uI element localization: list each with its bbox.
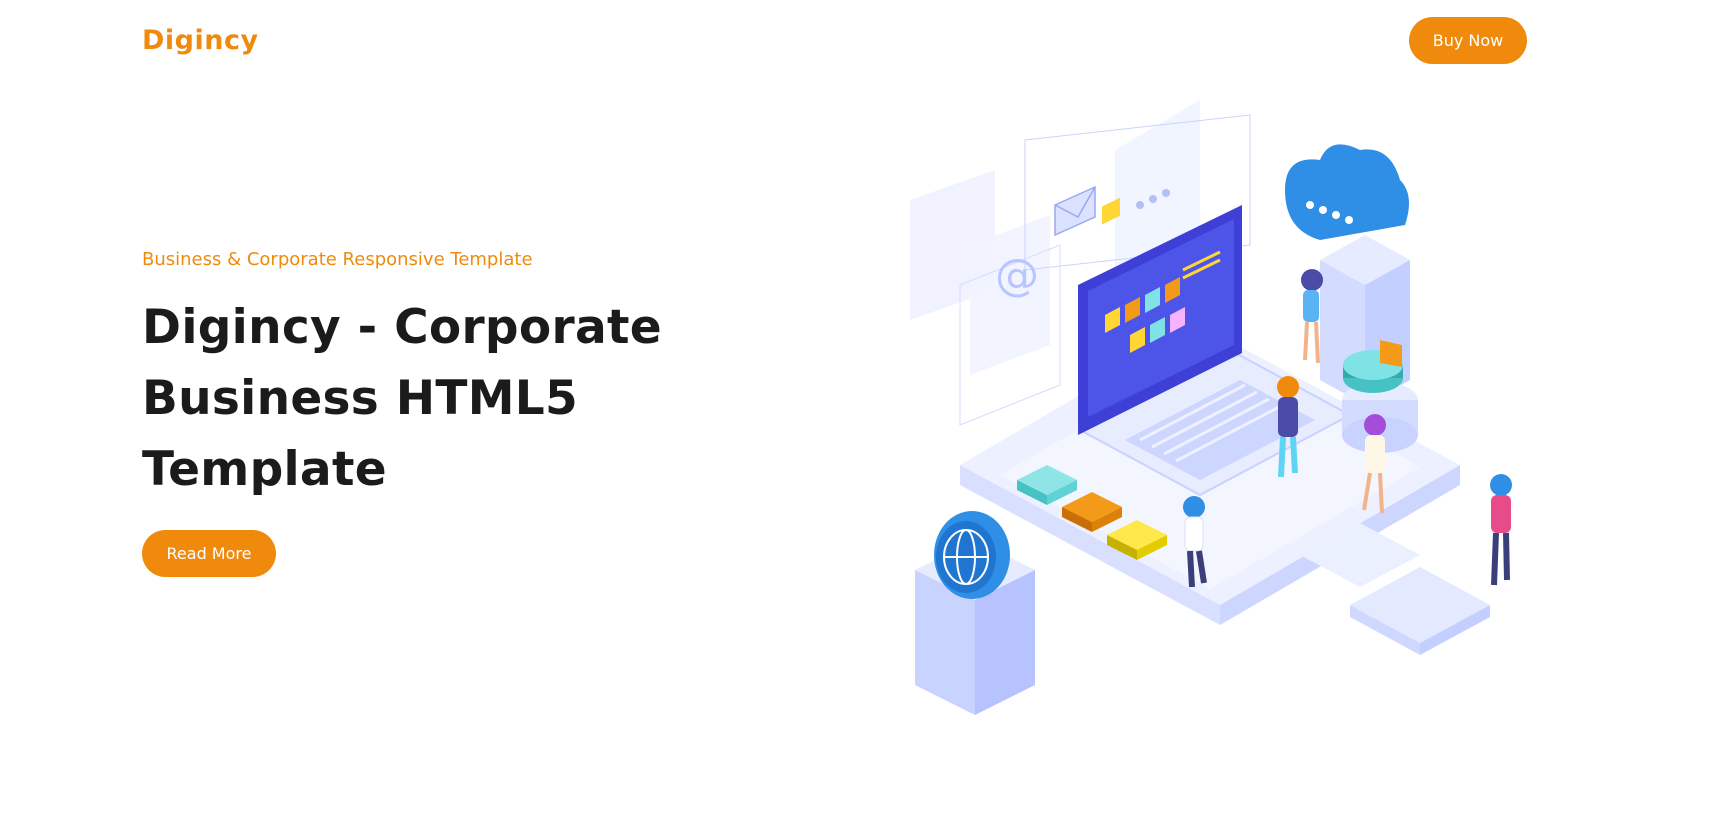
hero-content: Business & Corporate Responsive Template…	[142, 240, 762, 505]
hero-title-line-2: Business HTML5	[142, 371, 579, 426]
cloud-icon	[1285, 144, 1409, 240]
logo[interactable]: Digincy	[142, 22, 259, 58]
envelope-icon	[1054, 185, 1096, 237]
person-figure	[1490, 474, 1512, 586]
at-icon: @	[995, 250, 1039, 301]
logo-text: Digincy	[142, 24, 259, 56]
person-figure	[1301, 269, 1323, 364]
hero-title-line-3: Template	[142, 442, 387, 497]
hero-title: Digincy - Corporate Business HTML5 Templ…	[142, 292, 762, 505]
hero-subtitle: Business & Corporate Responsive Template	[142, 249, 533, 270]
hero-title-line-1: Digincy - Corporate	[142, 300, 662, 355]
site-header: Digincy Buy Now	[0, 0, 1727, 84]
read-more-button[interactable]: Read More	[142, 530, 276, 577]
hero-illustration: @	[910, 100, 1512, 715]
globe-icon	[934, 511, 1010, 599]
buy-now-button[interactable]: Buy Now	[1409, 17, 1527, 64]
